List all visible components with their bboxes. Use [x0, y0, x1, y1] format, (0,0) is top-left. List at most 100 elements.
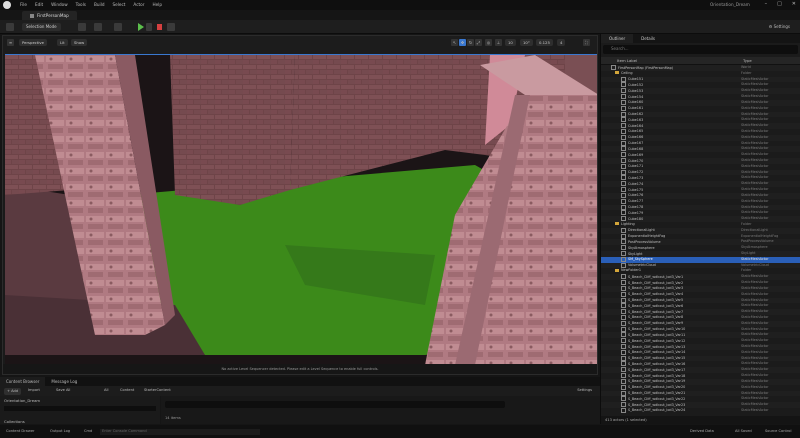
save-icon[interactable] [6, 23, 14, 31]
angle-snap-value[interactable]: 10° [520, 39, 533, 46]
outliner-row-name: Cube167 [621, 141, 643, 145]
outliner-row-name: Ceiling [615, 71, 633, 75]
outliner-search-input[interactable]: Search... [603, 45, 798, 54]
outliner-row-name: S_Beach_Cliff_wdkxut_lod3_Var22 [621, 397, 685, 401]
scale-tool-icon[interactable]: ⤢ [475, 39, 482, 46]
content-drawer-button[interactable]: Content Drawer [6, 429, 35, 433]
outliner-row-name: NewFolder1 [615, 268, 641, 272]
viewport-message: No active Level Sequencer detected. Plea… [3, 364, 597, 374]
save-all-button[interactable]: Save All [56, 388, 70, 392]
outliner-row-name: S_Beach_Cliff_wdkxut_lod3_Var6 [621, 304, 683, 308]
unreal-logo-icon[interactable] [3, 1, 11, 9]
cmd-dropdown[interactable]: Cmd [84, 429, 92, 433]
world-space-icon[interactable]: ◎ [485, 39, 492, 46]
tree-root[interactable]: Orientation_Dream [0, 396, 160, 405]
menu-build[interactable]: Build [94, 2, 105, 7]
tab-details[interactable]: Details [633, 34, 663, 43]
level-viewport[interactable]: ≡ Perspective Lit Show ↖ ✥ ↻ ⤢ ◎ ⊥ 10 10… [2, 35, 598, 375]
menu-edit[interactable]: Edit [35, 2, 43, 7]
outliner-row-name: Cube177 [621, 199, 643, 203]
outliner-row-name: Cube168 [621, 147, 643, 151]
outliner-row-name: Lighting [615, 222, 635, 226]
tab-outliner[interactable]: Outliner [601, 34, 634, 43]
close-icon[interactable]: ✕ [792, 1, 796, 7]
outliner-row-name: Cube154 [621, 95, 643, 99]
selection-mode-dropdown[interactable]: Selection Mode [22, 23, 61, 31]
pause-icon[interactable] [146, 23, 152, 31]
outliner-row-name: S_Beach_Cliff_wdkxut_lod3_Var2 [621, 281, 683, 285]
viewport-toolbar: ≡ Perspective Lit Show ↖ ✥ ↻ ⤢ ◎ ⊥ 10 10… [3, 36, 597, 54]
breadcrumb-starter-content[interactable]: StarterContent [144, 388, 171, 392]
show-button[interactable]: Show [71, 39, 88, 46]
output-log-button[interactable]: Output Log [50, 429, 70, 433]
outliner-row-name: Cube153 [621, 89, 643, 93]
outliner-row[interactable]: S_Beach_Cliff_wdkxut_lod3_Var24 StaticMes… [601, 408, 800, 414]
outliner-row-name: Cube176 [621, 193, 643, 197]
maximize-viewport-icon[interactable]: ⛶ [583, 39, 590, 46]
select-tool-icon[interactable]: ↖ [451, 39, 458, 46]
outliner-row-name: ExponentialHeightFog [621, 234, 665, 238]
add-actor-icon[interactable] [78, 23, 86, 31]
source-control-button[interactable]: Source Control [765, 429, 791, 433]
settings-label: Settings [773, 24, 790, 29]
outliner-panel: Outliner Details Search... Item Label Ty… [600, 34, 800, 424]
outliner-row-name: S_Beach_Cliff_wdkxut_lod3_Var3 [621, 286, 683, 290]
maximize-icon[interactable]: □ [777, 1, 782, 7]
outliner-row-name: Cube175 [621, 188, 643, 192]
outliner-row-name: SkyAtmosphere [621, 246, 655, 250]
outliner-row-name: Cube169 [621, 153, 643, 157]
surface-snap-icon[interactable]: ⊥ [495, 39, 502, 46]
breadcrumb-content[interactable]: Content [120, 388, 134, 392]
menu-actor[interactable]: Actor [133, 2, 144, 7]
perspective-button[interactable]: Perspective [19, 39, 47, 46]
derived-data-button[interactable]: Derived Data [690, 429, 714, 433]
all-saved-button[interactable]: All Saved [735, 429, 752, 433]
menu-tools[interactable]: Tools [76, 2, 86, 7]
col-item-label[interactable]: Item Label [601, 57, 741, 64]
console-input[interactable]: Enter Console Command [100, 428, 260, 435]
outliner-row-name: Cube179 [621, 211, 643, 215]
import-button[interactable]: Import [28, 388, 40, 392]
viewport-menu-icon[interactable]: ≡ [7, 39, 14, 46]
menu-select[interactable]: Select [112, 2, 125, 7]
tab-content-browser[interactable]: Content Browser [0, 377, 46, 386]
lit-button[interactable]: Lit [57, 39, 68, 46]
outliner-row-name: VolumetricCloud [621, 263, 656, 267]
outliner-row-name: Cube178 [621, 205, 643, 209]
center-left-wall [170, 55, 295, 205]
tree-search-input[interactable] [4, 406, 156, 411]
rotate-tool-icon[interactable]: ↻ [467, 39, 474, 46]
breadcrumb-all[interactable]: All [104, 388, 108, 392]
eject-icon[interactable] [167, 23, 175, 31]
outliner-row-name: FirstPersonMap (FirstPersonMap) [611, 66, 673, 70]
viewport-scene[interactable] [5, 54, 597, 365]
outliner-row-name: Cube161 [621, 106, 643, 110]
camera-speed-value[interactable]: 4 [557, 39, 566, 46]
menu-window[interactable]: Window [51, 2, 68, 7]
minimize-icon[interactable]: – [765, 1, 768, 7]
cinematics-icon[interactable] [114, 23, 122, 31]
status-bar: Content Drawer Output Log Cmd Enter Cons… [0, 425, 800, 438]
blueprint-icon[interactable] [94, 23, 102, 31]
outliner-row-name: Cube165 [621, 129, 643, 133]
menu-file[interactable]: File [20, 2, 27, 7]
outliner-row-name: Cube152 [621, 83, 643, 87]
menu-help[interactable]: Help [152, 2, 162, 7]
content-browser-toolbar: + Add Import Save All All Content Starte… [0, 386, 600, 396]
outliner-row-name: S_Beach_Cliff_wdkxut_lod3_Var23 [621, 403, 685, 407]
content-settings-button[interactable]: Settings [577, 388, 592, 392]
asset-search-input[interactable] [165, 401, 505, 408]
move-tool-icon[interactable]: ✥ [459, 39, 466, 46]
outliner-row-name: S_Beach_Cliff_wdkxut_lod3_Var8 [621, 315, 683, 319]
col-type[interactable]: Type [741, 57, 754, 64]
grid-snap-value[interactable]: 10 [505, 39, 516, 46]
tab-message-log[interactable]: Message Log [45, 377, 83, 386]
add-button[interactable]: + Add [4, 387, 22, 395]
stop-icon[interactable] [157, 24, 162, 30]
content-tree: Orientation_Dream Collections [0, 396, 160, 424]
play-icon[interactable] [138, 23, 144, 31]
outliner-list: FirstPersonMap (FirstPersonMap) World Ceil… [601, 65, 800, 415]
outliner-row-label: S_Beach_Cliff_wdkxut_lod3_Var24 [601, 408, 741, 414]
scale-snap-value[interactable]: 0.125 [536, 39, 553, 46]
settings-button[interactable]: ⚙ Settings [769, 24, 790, 29]
